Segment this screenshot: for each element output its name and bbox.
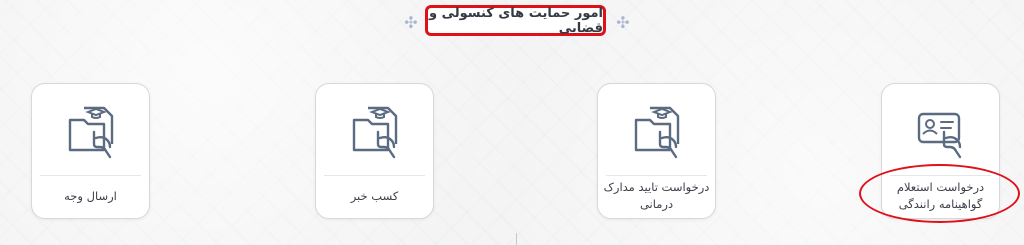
ornament-icon: ✣ — [404, 13, 418, 32]
card-divider — [890, 175, 991, 176]
id-card-hand-icon — [917, 112, 961, 159]
service-card-send-money[interactable]: ارسال وجه — [31, 83, 150, 219]
service-card-inquiry[interactable]: کسب خبر — [315, 83, 434, 219]
card-label: ارسال وجه — [64, 188, 117, 203]
card-divider — [324, 175, 425, 176]
document-graduation-hand-icon — [352, 106, 397, 159]
card-label: درخواست استعلام گواهینامه رانندگی — [896, 180, 985, 211]
card-label: کسب خبر — [350, 188, 399, 203]
service-card-driving-license[interactable]: درخواست استعلام گواهینامه رانندگی — [881, 83, 1000, 219]
document-graduation-hand-icon — [68, 106, 113, 159]
service-card-medical-documents[interactable]: درخواست تایید مدارک درمانی — [597, 83, 716, 219]
background-pattern — [0, 0, 1024, 245]
card-divider — [40, 175, 141, 176]
ornament-icon: ✣ — [616, 13, 630, 32]
card-label: درخواست تایید مدارک درمانی — [603, 180, 710, 211]
card-divider — [606, 175, 707, 176]
section-title-text: امور حمایت های کنسولی و قضایی — [428, 5, 603, 36]
document-graduation-hand-icon — [634, 106, 679, 159]
section-title: امور حمایت های کنسولی و قضایی — [425, 5, 606, 36]
bottom-connector — [516, 233, 517, 245]
